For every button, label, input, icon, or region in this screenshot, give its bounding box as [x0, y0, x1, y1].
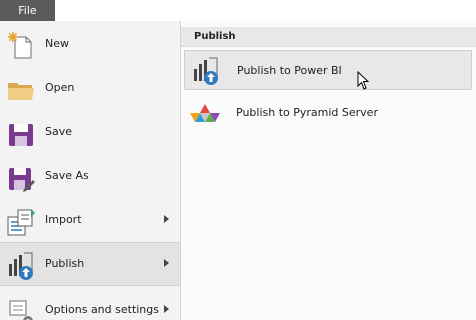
menu-label-import: Import — [45, 213, 82, 226]
file-menu: New Open Save Save As Import Publish Opt… — [0, 21, 180, 320]
menu-label-save: Save — [45, 125, 73, 138]
menu-label-publish: Publish — [45, 257, 85, 270]
publish-pyramid-label: Publish to Pyramid Server — [236, 106, 378, 119]
file-tab[interactable]: File — [0, 0, 55, 21]
publish-to-powerbi-option[interactable]: Publish to Power BI — [184, 50, 472, 90]
submenu-arrow-icon — [164, 259, 169, 267]
menu-item-save-as[interactable]: Save As — [0, 155, 180, 199]
publish-panel: Publish Publish to Power BI Publish to P… — [181, 21, 476, 320]
publish-header-label: Publish — [194, 31, 236, 42]
submenu-arrow-icon — [164, 215, 169, 223]
powerbi-upload-icon — [191, 56, 221, 86]
menu-label-options: Options and settings — [45, 303, 159, 316]
menu-label-open: Open — [45, 81, 75, 94]
menu-item-import[interactable]: Import — [0, 199, 180, 243]
menu-item-publish[interactable]: Publish — [0, 242, 180, 286]
menu-label-save-as: Save As — [45, 169, 89, 182]
pyramid-icon — [190, 98, 220, 128]
menu-item-new[interactable]: New — [0, 23, 180, 67]
menu-item-options[interactable]: Options and settings — [0, 289, 180, 320]
publish-to-pyramid-option[interactable]: Publish to Pyramid Server — [184, 93, 472, 133]
save-as-icon — [6, 163, 36, 193]
menu-label-new: New — [45, 37, 69, 50]
title-bar: File — [0, 0, 476, 21]
submenu-arrow-icon — [164, 305, 169, 313]
folder-icon — [6, 75, 36, 105]
new-document-icon — [6, 31, 36, 61]
publish-powerbi-label: Publish to Power BI — [237, 64, 342, 77]
save-disk-icon — [6, 119, 36, 149]
publish-section-header: Publish — [181, 27, 476, 47]
settings-gear-icon — [6, 297, 36, 320]
mouse-pointer-icon — [357, 71, 371, 91]
menu-item-save[interactable]: Save — [0, 111, 180, 155]
menu-item-open[interactable]: Open — [0, 67, 180, 111]
publish-powerbi-icon — [6, 251, 36, 281]
import-icon — [6, 207, 36, 237]
